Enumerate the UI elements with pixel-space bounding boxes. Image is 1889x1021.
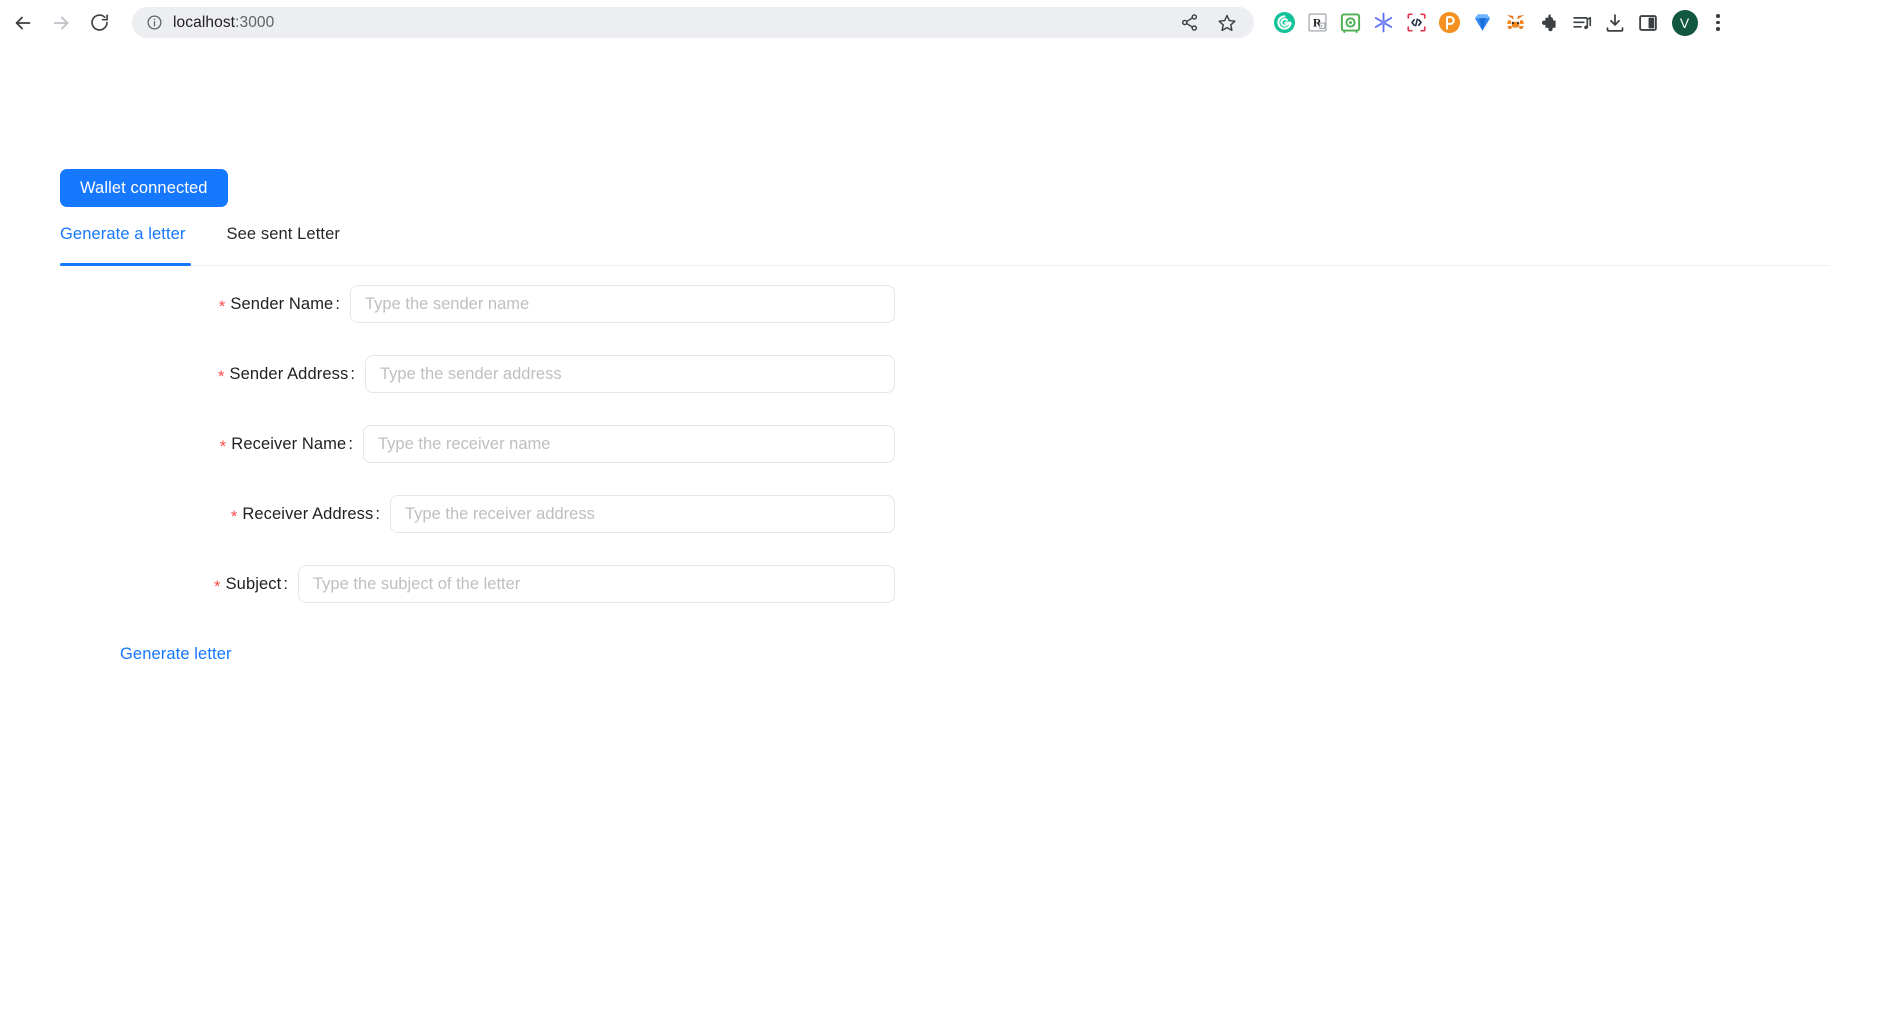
tab-see-sent-letter[interactable]: See sent Letter xyxy=(227,220,340,262)
label-colon: : xyxy=(335,294,340,313)
forward-button[interactable] xyxy=(42,4,80,42)
page-content: Wallet connected Generate a letter See s… xyxy=(0,45,1889,1021)
tab-generate-a-letter[interactable]: Generate a letter xyxy=(60,220,186,262)
download-icon[interactable] xyxy=(1598,6,1631,39)
label-colon: : xyxy=(283,574,288,593)
site-info-icon[interactable] xyxy=(146,14,163,31)
control-receiver-address xyxy=(390,495,895,533)
address-bar-url: localhost:3000 xyxy=(173,14,274,32)
subject-input[interactable] xyxy=(298,565,895,603)
required-asterisk: * xyxy=(217,367,225,386)
grammarly-icon[interactable] xyxy=(1268,6,1301,39)
label-text: Subject xyxy=(225,574,282,593)
share-icon[interactable] xyxy=(1178,12,1200,34)
required-asterisk: * xyxy=(218,297,226,316)
address-bar[interactable]: localhost:3000 xyxy=(132,7,1254,38)
gem-icon[interactable] xyxy=(1466,6,1499,39)
label-sender-address: * Sender Address : xyxy=(217,364,365,386)
back-button[interactable] xyxy=(4,4,42,42)
extensions-tray: R r xyxy=(1264,6,1664,39)
avatar-initial: V xyxy=(1671,9,1698,36)
control-sender-name xyxy=(350,285,895,323)
side-panel-icon[interactable] xyxy=(1631,6,1664,39)
wallet-connected-button[interactable]: Wallet connected xyxy=(60,169,228,207)
control-receiver-name xyxy=(363,425,895,463)
form-item-sender-address: * Sender Address : xyxy=(0,355,1072,393)
sender-address-input[interactable] xyxy=(365,355,895,393)
generate-letter-button[interactable]: Generate letter xyxy=(120,639,232,670)
puzzle-icon[interactable] xyxy=(1532,6,1565,39)
tab-bar: Generate a letter See sent Letter xyxy=(60,220,1830,266)
playlist-icon[interactable] xyxy=(1565,6,1598,39)
url-host: localhost xyxy=(173,13,236,31)
metamask-fox-icon[interactable] xyxy=(1499,6,1532,39)
required-asterisk: * xyxy=(219,437,227,456)
label-colon: : xyxy=(348,434,353,453)
tab-active-indicator xyxy=(60,263,191,266)
receiver-name-input[interactable] xyxy=(363,425,895,463)
tab-list: Generate a letter See sent Letter xyxy=(60,220,1830,265)
label-sender-name: * Sender Name : xyxy=(218,294,350,316)
form-item-sender-name: * Sender Name : xyxy=(0,285,1072,323)
control-subject xyxy=(298,565,895,603)
label-subject: * Subject : xyxy=(214,574,298,596)
chrome-menu-icon[interactable] xyxy=(1703,6,1733,39)
required-asterisk: * xyxy=(230,507,238,526)
tab-divider xyxy=(60,265,1830,266)
profile-avatar[interactable]: V xyxy=(1668,6,1701,39)
receiver-address-input[interactable] xyxy=(390,495,895,533)
control-sender-address xyxy=(365,355,895,393)
form-item-receiver-address: * Receiver Address : xyxy=(0,495,1072,533)
pocket-icon[interactable] xyxy=(1433,6,1466,39)
sender-name-input[interactable] xyxy=(350,285,895,323)
required-asterisk: * xyxy=(214,577,221,596)
form-actions: Generate letter xyxy=(0,639,1072,670)
code-brackets-icon[interactable] xyxy=(1400,6,1433,39)
label-text: Receiver Address xyxy=(242,504,374,523)
form-item-subject: * Subject : xyxy=(0,565,1072,603)
letter-form: * Sender Name : * Sender Address : * Rec… xyxy=(0,285,1072,670)
vault-icon[interactable] xyxy=(1334,6,1367,39)
label-receiver-address: * Receiver Address : xyxy=(230,504,390,526)
label-text: Receiver Name xyxy=(231,434,347,453)
form-item-receiver-name: * Receiver Name : xyxy=(0,425,1072,463)
bookmark-star-icon[interactable] xyxy=(1216,12,1238,34)
readwise-icon[interactable]: R r xyxy=(1301,6,1334,39)
label-receiver-name: * Receiver Name : xyxy=(219,434,363,456)
label-text: Sender Address xyxy=(229,364,349,383)
label-colon: : xyxy=(375,504,380,523)
browser-toolbar: localhost:3000 R r V xyxy=(0,0,1889,45)
url-port: :3000 xyxy=(235,13,275,31)
label-colon: : xyxy=(350,364,355,383)
snowflake-icon[interactable] xyxy=(1367,6,1400,39)
reload-button[interactable] xyxy=(80,4,118,42)
label-text: Sender Name xyxy=(230,294,334,313)
